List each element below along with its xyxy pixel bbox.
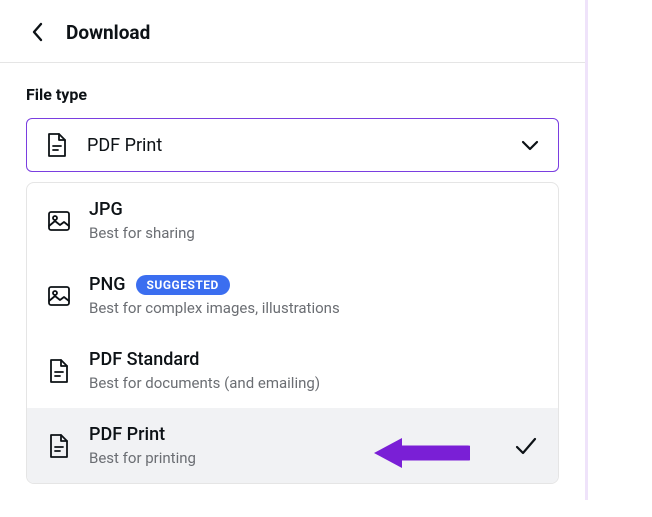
filetype-select[interactable]: PDF Print: [26, 118, 559, 172]
filetype-label: File type: [26, 85, 559, 104]
option-pdf-standard[interactable]: PDF Standard Best for documents (and ema…: [27, 333, 558, 408]
document-icon: [47, 359, 71, 383]
option-body: JPG Best for sharing: [89, 199, 538, 242]
option-title: PNG: [89, 274, 126, 295]
option-title: PDF Standard: [89, 349, 199, 370]
panel-title: Download: [66, 21, 150, 44]
chevron-down-icon: [520, 135, 540, 155]
option-body: PNG SUGGESTED Best for complex images, i…: [89, 274, 538, 317]
option-desc: Best for sharing: [89, 224, 538, 242]
option-jpg[interactable]: JPG Best for sharing: [27, 183, 558, 258]
filetype-selected-value: PDF Print: [87, 135, 502, 156]
filetype-dropdown: JPG Best for sharing PNG SUGGEST: [26, 182, 559, 484]
option-desc: Best for documents (and emailing): [89, 374, 538, 392]
suggested-badge: SUGGESTED: [136, 275, 230, 295]
option-title: JPG: [89, 199, 123, 220]
chevron-left-icon: [32, 22, 44, 42]
panel-header: Download: [0, 0, 585, 63]
download-panel: Download File type PDF Print: [0, 0, 588, 500]
option-png[interactable]: PNG SUGGESTED Best for complex images, i…: [27, 258, 558, 333]
option-body: PDF Print Best for printing: [89, 424, 496, 467]
image-icon: [47, 284, 71, 308]
image-icon: [47, 209, 71, 233]
check-icon: [514, 434, 538, 458]
back-button[interactable]: [26, 20, 50, 44]
option-body: PDF Standard Best for documents (and ema…: [89, 349, 538, 392]
filetype-section: File type PDF Print: [0, 63, 585, 484]
option-pdf-print[interactable]: PDF Print Best for printing: [27, 408, 558, 483]
document-icon: [47, 434, 71, 458]
option-desc: Best for printing: [89, 449, 496, 467]
option-title: PDF Print: [89, 424, 165, 445]
option-desc: Best for complex images, illustrations: [89, 299, 538, 317]
document-icon: [45, 133, 69, 157]
